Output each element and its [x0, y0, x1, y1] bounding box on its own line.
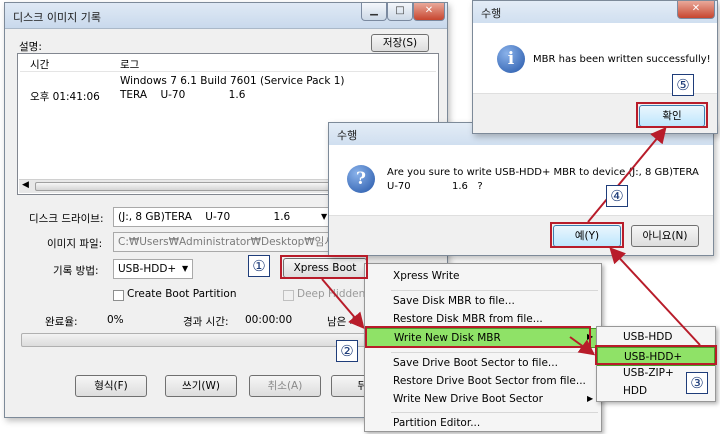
step-marker-5: ⑤ [672, 74, 694, 96]
arrow-yes-to-ok [587, 126, 667, 223]
arrow-submenu-to-yes [609, 247, 701, 346]
arrow-menu-to-submenu [569, 336, 596, 356]
step-marker-2: ② [336, 340, 358, 362]
step-marker-3: ③ [686, 372, 708, 394]
arrow-xpress-to-menu [321, 278, 365, 330]
step-marker-4: ④ [606, 185, 628, 207]
step-marker-1: ① [248, 255, 270, 277]
annotation-arrows [321, 126, 701, 356]
